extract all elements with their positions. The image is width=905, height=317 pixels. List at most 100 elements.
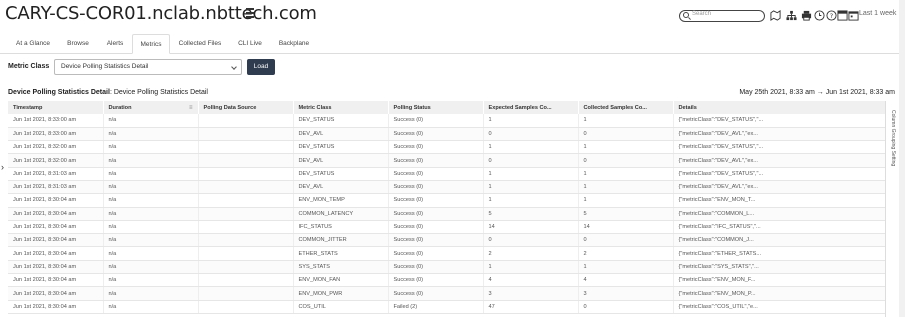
tab-browse[interactable]: Browse	[60, 34, 96, 54]
column-header-duration-label: Duration	[108, 104, 132, 111]
table-cell: 5	[483, 207, 579, 221]
hamburger-menu-icon[interactable]	[246, 8, 254, 18]
window-icon[interactable]	[837, 10, 848, 21]
column-header-collected-samples[interactable]: Collected Samples Co...	[578, 101, 674, 114]
table-row[interactable]: Jun 1st 2021, 8:31:03 am n/a DEV_AVL Succes…	[8, 180, 885, 195]
table-cell: COS_UTIL	[293, 300, 389, 314]
table-cell: {"metricClass":"SYS_STATS","...	[673, 260, 885, 275]
table-row[interactable]: Jun 1st 2021, 8:30:04 am n/a COS_UTIL Faile…	[8, 300, 885, 314]
svg-text:?: ?	[830, 12, 833, 20]
table-cell: 3	[578, 286, 674, 301]
metric-class-label: Metric Class	[8, 63, 50, 70]
table-cell: Jun 1st 2021, 8:33:00 am	[8, 114, 104, 128]
table-cell: n/a	[103, 207, 199, 221]
table-cell: Success (0)	[388, 286, 484, 301]
header: CARY-CS-COR01.nclab.nbttech.com Search ?…	[0, 0, 905, 30]
table-cell: 47	[483, 300, 579, 314]
search-input[interactable]: Search	[679, 10, 765, 22]
table-cell	[198, 246, 294, 261]
metric-class-selected: Device Polling Statistics Detail	[61, 63, 149, 70]
table-cell: Success (0)	[388, 273, 484, 288]
table-cell: 1	[578, 193, 674, 208]
column-menu-icon[interactable]: ≡	[189, 105, 193, 111]
print-icon[interactable]	[801, 10, 812, 21]
load-button[interactable]: Load	[247, 59, 275, 75]
table-cell: Success (0)	[388, 114, 484, 128]
table-cell	[198, 193, 294, 208]
table-row[interactable]: Jun 1st 2021, 8:30:04 am n/a COMMON_JITTER…	[8, 233, 885, 248]
table-cell: Success (0)	[388, 220, 484, 235]
table-cell: 1	[578, 114, 674, 128]
calendar-icon[interactable]	[848, 10, 859, 21]
table-row[interactable]: Jun 1st 2021, 8:32:00 am n/a DEV_STATUS Suc…	[8, 140, 885, 155]
table-cell: {"metricClass":"DEV_STATUS","...	[673, 140, 885, 155]
tab-at-a-glance[interactable]: At a Glance	[8, 34, 58, 54]
table-cell: 2	[483, 246, 579, 261]
table-cell: DEV_AVL	[293, 180, 389, 195]
chevron-right-icon[interactable]: ›	[1, 162, 4, 172]
tab-metrics[interactable]: Metrics	[132, 34, 170, 54]
table-cell: Success (0)	[388, 246, 484, 261]
table-row[interactable]: Jun 1st 2021, 8:31:03 am n/a DEV_STATUS Suc…	[8, 167, 885, 181]
metric-class-select[interactable]: Device Polling Statistics Detail	[54, 59, 242, 75]
table-header-row: Timestamp Duration ≡ Polling Data Source …	[8, 101, 885, 114]
table-row[interactable]: Jun 1st 2021, 8:33:00 am n/a DEV_STATUS Suc…	[8, 114, 885, 128]
table-cell: 5	[578, 207, 674, 221]
table-row[interactable]: Jun 1st 2021, 8:30:04 am n/a COMMON_LATENC…	[8, 207, 885, 221]
table-row[interactable]: Jun 1st 2021, 8:30:04 am n/a ENV_MON_FAN Su…	[8, 273, 885, 288]
column-header-duration[interactable]: Duration ≡	[103, 101, 199, 114]
tab-cli-live[interactable]: CLI Live	[230, 34, 270, 54]
time-range-label[interactable]: Last 1 week	[859, 10, 896, 17]
topology-icon[interactable]	[786, 10, 797, 21]
tab-alerts[interactable]: Alerts	[98, 34, 132, 54]
map-icon[interactable]	[770, 10, 781, 21]
table-cell: Jun 1st 2021, 8:30:04 am	[8, 286, 104, 301]
table-cell: Jun 1st 2021, 8:30:04 am	[8, 207, 104, 221]
table-cell: {"metricClass":"COMMON_L...	[673, 207, 885, 221]
table-cell: 0	[483, 153, 579, 168]
table-cell	[198, 260, 294, 275]
table-cell: 4	[578, 273, 674, 288]
table-cell: n/a	[103, 127, 199, 142]
clock-icon[interactable]	[814, 10, 825, 21]
table-cell: n/a	[103, 273, 199, 288]
table-row[interactable]: Jun 1st 2021, 8:30:04 am n/a ENV_MON_PWR Su…	[8, 286, 885, 301]
table-cell: ENV_MON_PWR	[293, 286, 389, 301]
table-cell: Failed (2)	[388, 300, 484, 314]
table-cell: ENV_MON_FAN	[293, 273, 389, 288]
table-row[interactable]: Jun 1st 2021, 8:30:04 am n/a IFC_STATUS Suc…	[8, 220, 885, 235]
table-cell	[198, 300, 294, 314]
column-header-expected-samples[interactable]: Expected Samples Co...	[483, 101, 579, 114]
table-row[interactable]: Jun 1st 2021, 8:33:00 am n/a DEV_AVL Succes…	[8, 127, 885, 142]
column-grouping-label[interactable]: Column Grouping Setting	[886, 110, 896, 166]
table-cell: 1	[483, 260, 579, 275]
column-header-metric-class[interactable]: Metric Class	[293, 101, 389, 114]
tab-backplane[interactable]: Backplane	[272, 34, 316, 54]
column-header-polling-data-source[interactable]: Polling Data Source	[198, 101, 294, 114]
table-cell: {"metricClass":"ENV_MON_P...	[673, 286, 885, 301]
tab-collected-files[interactable]: Collected Files	[172, 34, 228, 54]
table-row[interactable]: Jun 1st 2021, 8:30:04 am n/a SYS_STATS Succ…	[8, 260, 885, 275]
table-cell: n/a	[103, 246, 199, 261]
table-cell: n/a	[103, 193, 199, 208]
page-scrollbar[interactable]	[899, 0, 905, 317]
table-cell: COMMON_LATENCY	[293, 207, 389, 221]
table-cell: 1	[483, 114, 579, 128]
table-row[interactable]: Jun 1st 2021, 8:32:00 am n/a DEV_AVL Succes…	[8, 153, 885, 168]
table-cell: {"metricClass":"DEV_AVL","ex...	[673, 180, 885, 195]
table-cell: {"metricClass":"COS_UTIL","e...	[673, 300, 885, 314]
table-cell: Jun 1st 2021, 8:30:04 am	[8, 260, 104, 275]
table-cell: Jun 1st 2021, 8:33:00 am	[8, 127, 104, 142]
column-header-timestamp[interactable]: Timestamp	[8, 101, 104, 114]
table-cell: 14	[578, 220, 674, 235]
table-cell: DEV_AVL	[293, 153, 389, 168]
table-row[interactable]: Jun 1st 2021, 8:30:04 am n/a ETHER_STATS Su…	[8, 246, 885, 261]
table-cell: 2	[578, 246, 674, 261]
table-row[interactable]: Jun 1st 2021, 8:30:04 am n/a ENV_MON_TEMP S…	[8, 193, 885, 208]
column-header-polling-status[interactable]: Polling Status	[388, 101, 484, 114]
column-header-details[interactable]: Details	[673, 101, 885, 114]
table-cell: {"metricClass":"DEV_AVL","ex...	[673, 153, 885, 168]
table-cell: n/a	[103, 167, 199, 181]
table-cell: 0	[578, 300, 674, 314]
help-icon[interactable]: ?	[826, 10, 837, 21]
